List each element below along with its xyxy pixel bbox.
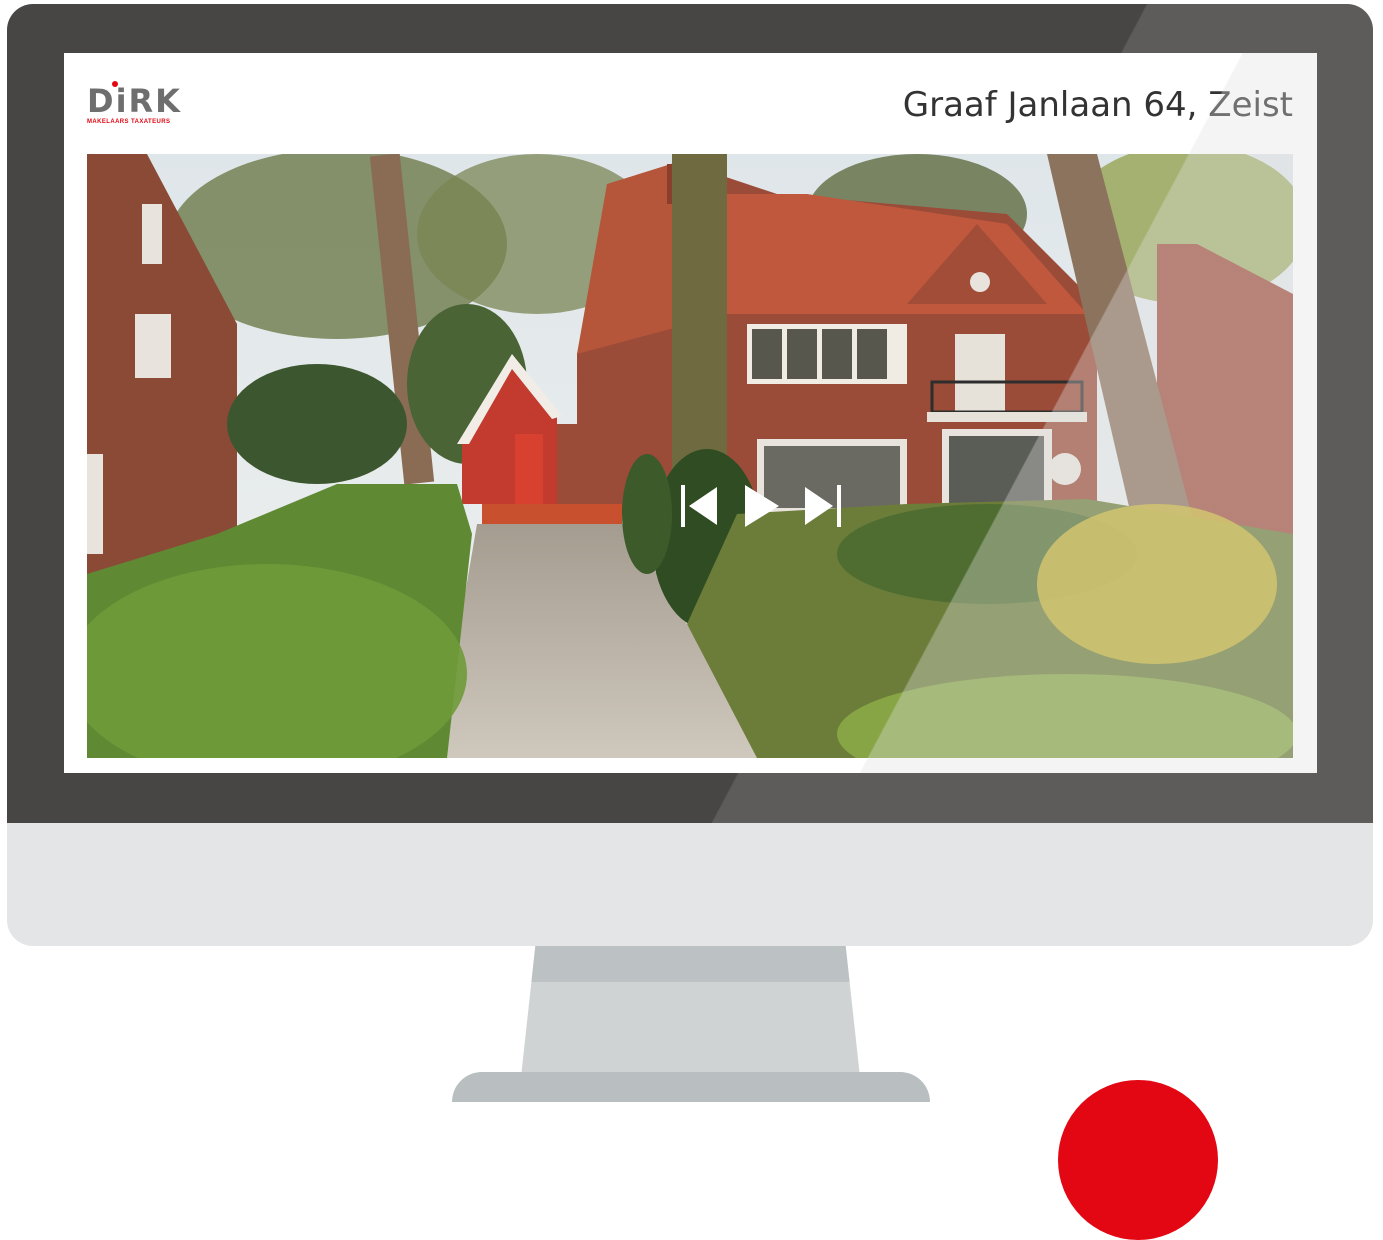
- topiary-shrub: [622, 454, 672, 574]
- logo-dot: [112, 81, 118, 87]
- bay-window-glass: [949, 436, 1044, 506]
- next-button[interactable]: [803, 483, 843, 529]
- window-pane: [857, 329, 887, 379]
- play-button[interactable]: [741, 483, 781, 529]
- play-icon: [745, 485, 779, 527]
- window: [135, 314, 171, 378]
- window-pane: [752, 329, 782, 379]
- property-photo: [87, 154, 1293, 758]
- window-pane: [787, 329, 817, 379]
- window: [87, 454, 103, 554]
- skip-forward-icon: [805, 485, 841, 527]
- ivy-chimney: [672, 154, 727, 484]
- round-window: [1049, 453, 1081, 485]
- window: [142, 204, 162, 264]
- forsythia-bush: [1037, 504, 1277, 664]
- shrub: [227, 364, 407, 484]
- previous-button[interactable]: [679, 483, 719, 529]
- monitor-chin: [7, 823, 1373, 946]
- stand-neck-shadow: [520, 946, 861, 982]
- shed-door: [515, 434, 543, 504]
- window-pane: [822, 329, 852, 379]
- logo-wordmark: DiRK: [87, 82, 182, 120]
- balcony-slab: [927, 412, 1087, 422]
- listing-address-title: Graaf Janlaan 64, Zeist: [902, 85, 1293, 125]
- brand-circle-decoration: [1058, 1080, 1218, 1240]
- monitor-stand-neck: [520, 946, 861, 1086]
- connector-wall: [557, 424, 617, 504]
- skip-back-icon: [681, 485, 717, 527]
- logo-tagline: MAKELAARS TAXATEURS: [87, 119, 171, 125]
- balcony-door: [955, 334, 1005, 412]
- house-photo-illustration: [87, 154, 1293, 758]
- monitor-screen: DiRK MAKELAARS TAXATEURS Graaf Janlaan 6…: [64, 53, 1317, 773]
- monitor-stand-base: [452, 1072, 930, 1102]
- shed-deck: [482, 504, 622, 526]
- oculus-window: [970, 272, 990, 292]
- dirk-logo[interactable]: DiRK MAKELAARS TAXATEURS: [87, 81, 197, 131]
- slideshow-controls: [679, 483, 849, 529]
